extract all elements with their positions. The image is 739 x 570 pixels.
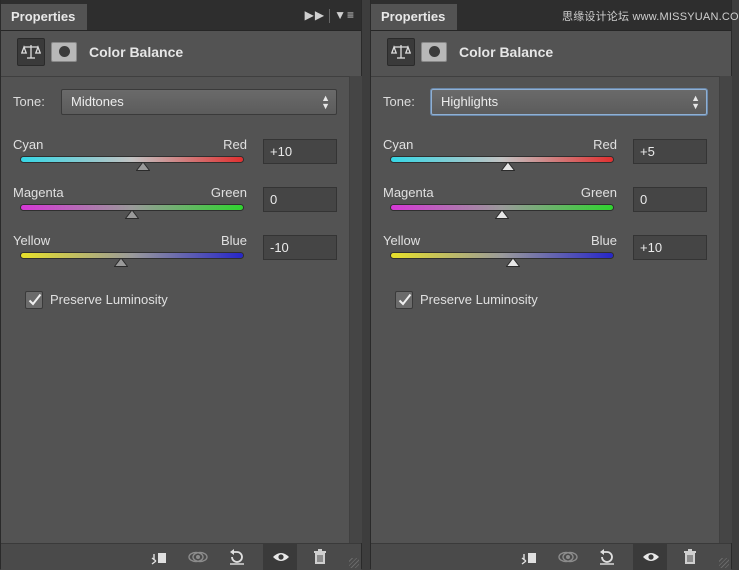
adjustment-header: Color Balance bbox=[1, 31, 349, 75]
preserve-luminosity-label: Preserve Luminosity bbox=[50, 292, 168, 307]
properties-panel-right: Properties Color Balance Tone: Highlight… bbox=[370, 0, 732, 570]
tab-properties[interactable]: Properties bbox=[371, 4, 457, 30]
balance-scale-icon[interactable] bbox=[387, 38, 415, 66]
slider-right-label: Green bbox=[580, 185, 617, 200]
panel-tab-bar: Properties ▶▶ ▼≡ bbox=[1, 0, 361, 31]
yellow-blue-slider: Yellow Blue +10 bbox=[371, 233, 719, 279]
view-previous-state-icon[interactable] bbox=[549, 544, 583, 570]
cyan-red-slider: Cyan Red +10 bbox=[1, 137, 349, 183]
adjustment-title: Color Balance bbox=[89, 44, 184, 60]
slider-value-input[interactable]: +5 bbox=[633, 139, 707, 164]
slider-thumb[interactable] bbox=[495, 210, 509, 219]
slider-track[interactable] bbox=[21, 253, 243, 258]
preserve-luminosity-checkbox[interactable] bbox=[395, 291, 413, 309]
properties-panel-left: Properties ▶▶ ▼≡ Color Balance Tone: Midt… bbox=[0, 0, 362, 570]
tone-dropdown[interactable]: Highlights ▲ ▼ bbox=[431, 89, 707, 115]
magenta-green-slider: Magenta Green 0 bbox=[371, 185, 719, 231]
panel-menu-icon[interactable]: ▼≡ bbox=[334, 8, 355, 22]
layer-mask-icon[interactable] bbox=[51, 42, 77, 62]
slider-right-label: Green bbox=[210, 185, 247, 200]
slider-value-input[interactable]: 0 bbox=[263, 187, 337, 212]
clip-to-layer-icon[interactable] bbox=[141, 544, 175, 570]
scrollbar[interactable] bbox=[349, 76, 362, 543]
visibility-eye-icon[interactable] bbox=[633, 544, 667, 570]
resize-grip-icon[interactable] bbox=[719, 558, 729, 568]
dropdown-arrows-icon: ▲ ▼ bbox=[321, 93, 330, 111]
balance-scale-icon[interactable] bbox=[17, 38, 45, 66]
slider-right-label: Red bbox=[223, 137, 247, 152]
slider-thumb[interactable] bbox=[506, 258, 521, 267]
layer-mask-icon[interactable] bbox=[421, 42, 447, 62]
tone-label: Tone: bbox=[383, 94, 415, 109]
panel-content: Tone: Highlights ▲ ▼ Cyan Red +5 Magenta … bbox=[371, 76, 719, 544]
cyan-red-slider: Cyan Red +5 bbox=[371, 137, 719, 183]
view-previous-state-icon[interactable] bbox=[179, 544, 213, 570]
scrollbar[interactable] bbox=[719, 76, 732, 543]
panel-content: Tone: Midtones ▲ ▼ Cyan Red +10 Magenta G… bbox=[1, 76, 349, 544]
tab-properties[interactable]: Properties bbox=[1, 4, 87, 30]
tone-dropdown-value: Highlights bbox=[441, 94, 499, 109]
adjustment-title: Color Balance bbox=[459, 44, 554, 60]
resize-grip-icon[interactable] bbox=[349, 558, 359, 568]
slider-left-label: Cyan bbox=[13, 137, 44, 152]
slider-track[interactable] bbox=[21, 157, 243, 162]
preserve-luminosity-label: Preserve Luminosity bbox=[420, 292, 538, 307]
slider-thumb[interactable] bbox=[500, 162, 515, 171]
slider-thumb[interactable] bbox=[113, 258, 128, 267]
magenta-green-slider: Magenta Green 0 bbox=[1, 185, 349, 231]
adjustment-header: Color Balance bbox=[371, 31, 719, 75]
slider-left-label: Magenta bbox=[13, 185, 64, 200]
slider-value-input[interactable]: +10 bbox=[263, 139, 337, 164]
trash-icon[interactable] bbox=[303, 544, 337, 570]
collapse-icon[interactable]: ▶▶ bbox=[305, 8, 325, 22]
checkmark-icon bbox=[28, 293, 42, 306]
slider-right-label: Red bbox=[593, 137, 617, 152]
clip-to-layer-icon[interactable] bbox=[511, 544, 545, 570]
panel-controls: ▶▶ ▼≡ bbox=[305, 8, 355, 23]
panel-footer bbox=[371, 543, 731, 570]
slider-left-label: Cyan bbox=[383, 137, 414, 152]
slider-right-label: Blue bbox=[590, 233, 617, 248]
slider-right-label: Blue bbox=[220, 233, 247, 248]
preserve-luminosity-checkbox[interactable] bbox=[25, 291, 43, 309]
checkmark-icon bbox=[398, 293, 412, 306]
slider-value-input[interactable]: -10 bbox=[263, 235, 337, 260]
slider-thumb[interactable] bbox=[125, 210, 139, 219]
dropdown-arrows-icon: ▲ ▼ bbox=[691, 93, 700, 111]
slider-left-label: Yellow bbox=[383, 233, 421, 248]
tone-label: Tone: bbox=[13, 94, 45, 109]
trash-icon[interactable] bbox=[673, 544, 707, 570]
visibility-eye-icon[interactable] bbox=[263, 544, 297, 570]
reset-icon[interactable] bbox=[219, 544, 253, 570]
slider-track[interactable] bbox=[391, 253, 613, 258]
slider-value-input[interactable]: 0 bbox=[633, 187, 707, 212]
tone-dropdown[interactable]: Midtones ▲ ▼ bbox=[61, 89, 337, 115]
watermark-text: 思缘设计论坛 www.MISSYUAN.COM bbox=[562, 11, 739, 23]
panel-footer bbox=[1, 543, 361, 570]
slider-left-label: Yellow bbox=[13, 233, 51, 248]
slider-left-label: Magenta bbox=[383, 185, 434, 200]
reset-icon[interactable] bbox=[589, 544, 623, 570]
slider-value-input[interactable]: +10 bbox=[633, 235, 707, 260]
slider-thumb[interactable] bbox=[136, 162, 151, 171]
yellow-blue-slider: Yellow Blue -10 bbox=[1, 233, 349, 279]
tone-dropdown-value: Midtones bbox=[71, 94, 124, 109]
